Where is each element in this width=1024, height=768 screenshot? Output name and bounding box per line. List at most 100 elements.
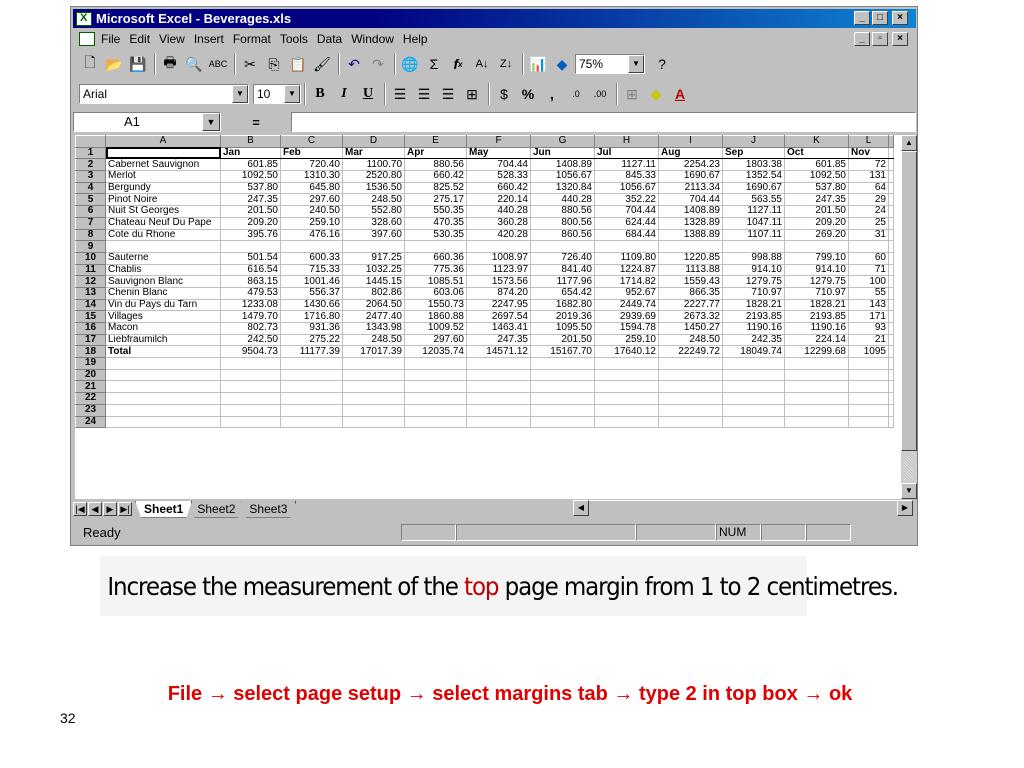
cell[interactable]: 479.53	[220, 286, 281, 300]
next-sheet-button[interactable]: ▶	[103, 502, 117, 516]
cell[interactable]	[784, 240, 849, 253]
chart-wizard-icon[interactable]: 📊	[527, 53, 549, 75]
row-header[interactable]: 14	[75, 298, 106, 312]
cell[interactable]: Jun	[530, 146, 595, 160]
cell[interactable]	[888, 170, 894, 183]
new-icon[interactable]: 🗋	[79, 53, 101, 75]
cell[interactable]: 1109.80	[594, 251, 659, 265]
cell[interactable]: 259.10	[594, 333, 659, 347]
cell[interactable]: 71	[848, 263, 889, 277]
cell[interactable]: 1279.75	[722, 275, 785, 288]
align-left-icon[interactable]: ☰	[389, 83, 411, 105]
cell[interactable]: 1463.41	[466, 322, 531, 335]
cell[interactable]: 880.56	[404, 158, 467, 172]
scroll-right-button[interactable]: ▶	[897, 500, 913, 516]
row-header[interactable]: 21	[75, 380, 106, 394]
cell[interactable]: 248.50	[658, 333, 723, 347]
cell[interactable]: 1123.97	[466, 263, 531, 277]
cell[interactable]: 1279.75	[784, 275, 849, 288]
help-icon[interactable]: ?	[651, 53, 673, 75]
cell[interactable]: 1328.89	[658, 216, 723, 230]
cell[interactable]: 1828.21	[784, 298, 849, 312]
cell[interactable]: 201.50	[530, 333, 595, 347]
cell[interactable]: Bergundy	[105, 181, 221, 195]
cell[interactable]: 352.22	[594, 193, 659, 207]
cell[interactable]: May	[466, 146, 531, 160]
cell[interactable]: 645.80	[280, 181, 343, 195]
cell[interactable]: Pinot Noire	[105, 193, 221, 207]
doc-restore-button[interactable]: ▫	[872, 32, 888, 46]
cell[interactable]: 1450.27	[658, 322, 723, 335]
cell[interactable]: 328.60	[342, 216, 405, 230]
cell[interactable]	[466, 368, 531, 382]
cell[interactable]: 240.50	[280, 205, 343, 218]
cell[interactable]: 1092.50	[784, 170, 849, 183]
cell[interactable]: 710.97	[722, 286, 785, 300]
cell[interactable]	[848, 357, 889, 370]
cell[interactable]: 64	[848, 181, 889, 195]
align-center-icon[interactable]: ☰	[413, 83, 435, 105]
cell[interactable]	[280, 392, 343, 405]
cell[interactable]	[888, 333, 894, 347]
cell[interactable]	[220, 415, 281, 429]
chevron-down-icon[interactable]: ▼	[628, 55, 644, 73]
cell[interactable]: 1056.67	[530, 170, 595, 183]
cell[interactable]	[722, 240, 785, 253]
paste-icon[interactable]: 📋	[287, 53, 309, 75]
cell[interactable]: 624.44	[594, 216, 659, 230]
column-header[interactable]	[888, 135, 894, 148]
cell[interactable]: 440.28	[466, 205, 531, 218]
cell[interactable]	[888, 228, 894, 242]
zoom-select[interactable]: 75% ▼	[575, 54, 645, 74]
drawing-icon[interactable]: ◆	[551, 53, 573, 75]
cell[interactable]	[594, 392, 659, 405]
cell[interactable]	[658, 368, 723, 382]
cell[interactable]: 201.50	[220, 205, 281, 218]
cell[interactable]: 880.56	[530, 205, 595, 218]
cell[interactable]: 1573.56	[466, 275, 531, 288]
cell[interactable]: 501.54	[220, 251, 281, 265]
cell[interactable]: 802.86	[342, 286, 405, 300]
align-right-icon[interactable]: ☰	[437, 83, 459, 105]
cell[interactable]: 684.44	[594, 228, 659, 242]
prev-sheet-button[interactable]: ◀	[88, 502, 102, 516]
cell[interactable]	[888, 263, 894, 277]
menu-help[interactable]: Help	[403, 32, 428, 46]
cell[interactable]: 275.22	[280, 333, 343, 347]
cell[interactable]: 1445.15	[342, 275, 405, 288]
cell[interactable]: 660.36	[404, 251, 467, 265]
row-header[interactable]: 23	[75, 403, 106, 417]
comma-button[interactable]: ,	[541, 83, 563, 105]
doc-close-button[interactable]: ×	[892, 32, 908, 46]
cell[interactable]	[848, 415, 889, 429]
cell[interactable]: 704.44	[466, 158, 531, 172]
function-icon[interactable]: fx	[447, 53, 469, 75]
column-header[interactable]: J	[722, 135, 785, 148]
cell[interactable]: 1220.85	[658, 251, 723, 265]
tab-sheet1[interactable]: Sheet1	[135, 501, 192, 518]
cell[interactable]	[404, 380, 467, 394]
cell[interactable]	[594, 240, 659, 253]
cell[interactable]: 998.88	[722, 251, 785, 265]
cell[interactable]: 12299.68	[784, 345, 849, 359]
cell[interactable]	[848, 368, 889, 382]
cell[interactable]	[220, 392, 281, 405]
percent-button[interactable]: %	[517, 83, 539, 105]
cell[interactable]	[658, 240, 723, 253]
column-header[interactable]: L	[848, 135, 889, 148]
cell[interactable]: 1860.88	[404, 310, 467, 323]
cell[interactable]	[848, 403, 889, 417]
cell[interactable]: 171	[848, 310, 889, 323]
scroll-left-button[interactable]: ◀	[573, 500, 589, 516]
cell[interactable]: Sauterne	[105, 251, 221, 265]
cell[interactable]: Vin du Pays du Tarn	[105, 298, 221, 312]
cell[interactable]: 1716.80	[280, 310, 343, 323]
row-header[interactable]: 15	[75, 310, 106, 323]
cell[interactable]	[220, 380, 281, 394]
cell[interactable]: 1550.73	[404, 298, 467, 312]
scroll-thumb[interactable]	[901, 151, 917, 451]
cell[interactable]: 866.35	[658, 286, 723, 300]
cell[interactable]: 31	[848, 228, 889, 242]
cell[interactable]: 143	[848, 298, 889, 312]
cell[interactable]	[888, 158, 894, 172]
